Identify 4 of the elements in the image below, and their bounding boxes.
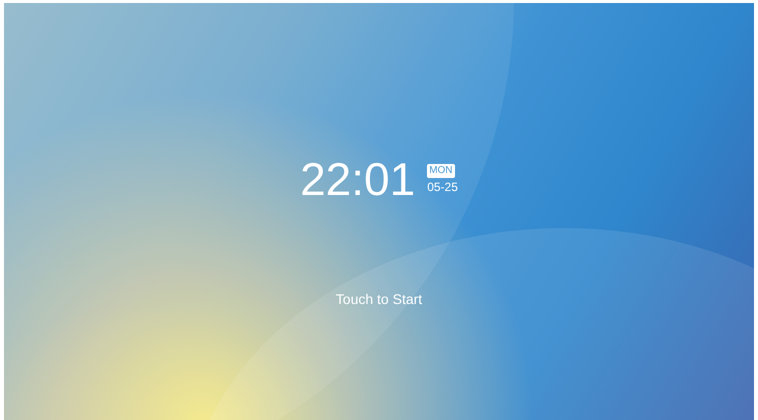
clock-time: 22:01 — [300, 153, 416, 205]
date-text: 05-25 — [427, 180, 458, 194]
touch-to-start-prompt[interactable]: Touch to Start — [336, 291, 422, 307]
weekday-badge: MON — [427, 164, 455, 178]
